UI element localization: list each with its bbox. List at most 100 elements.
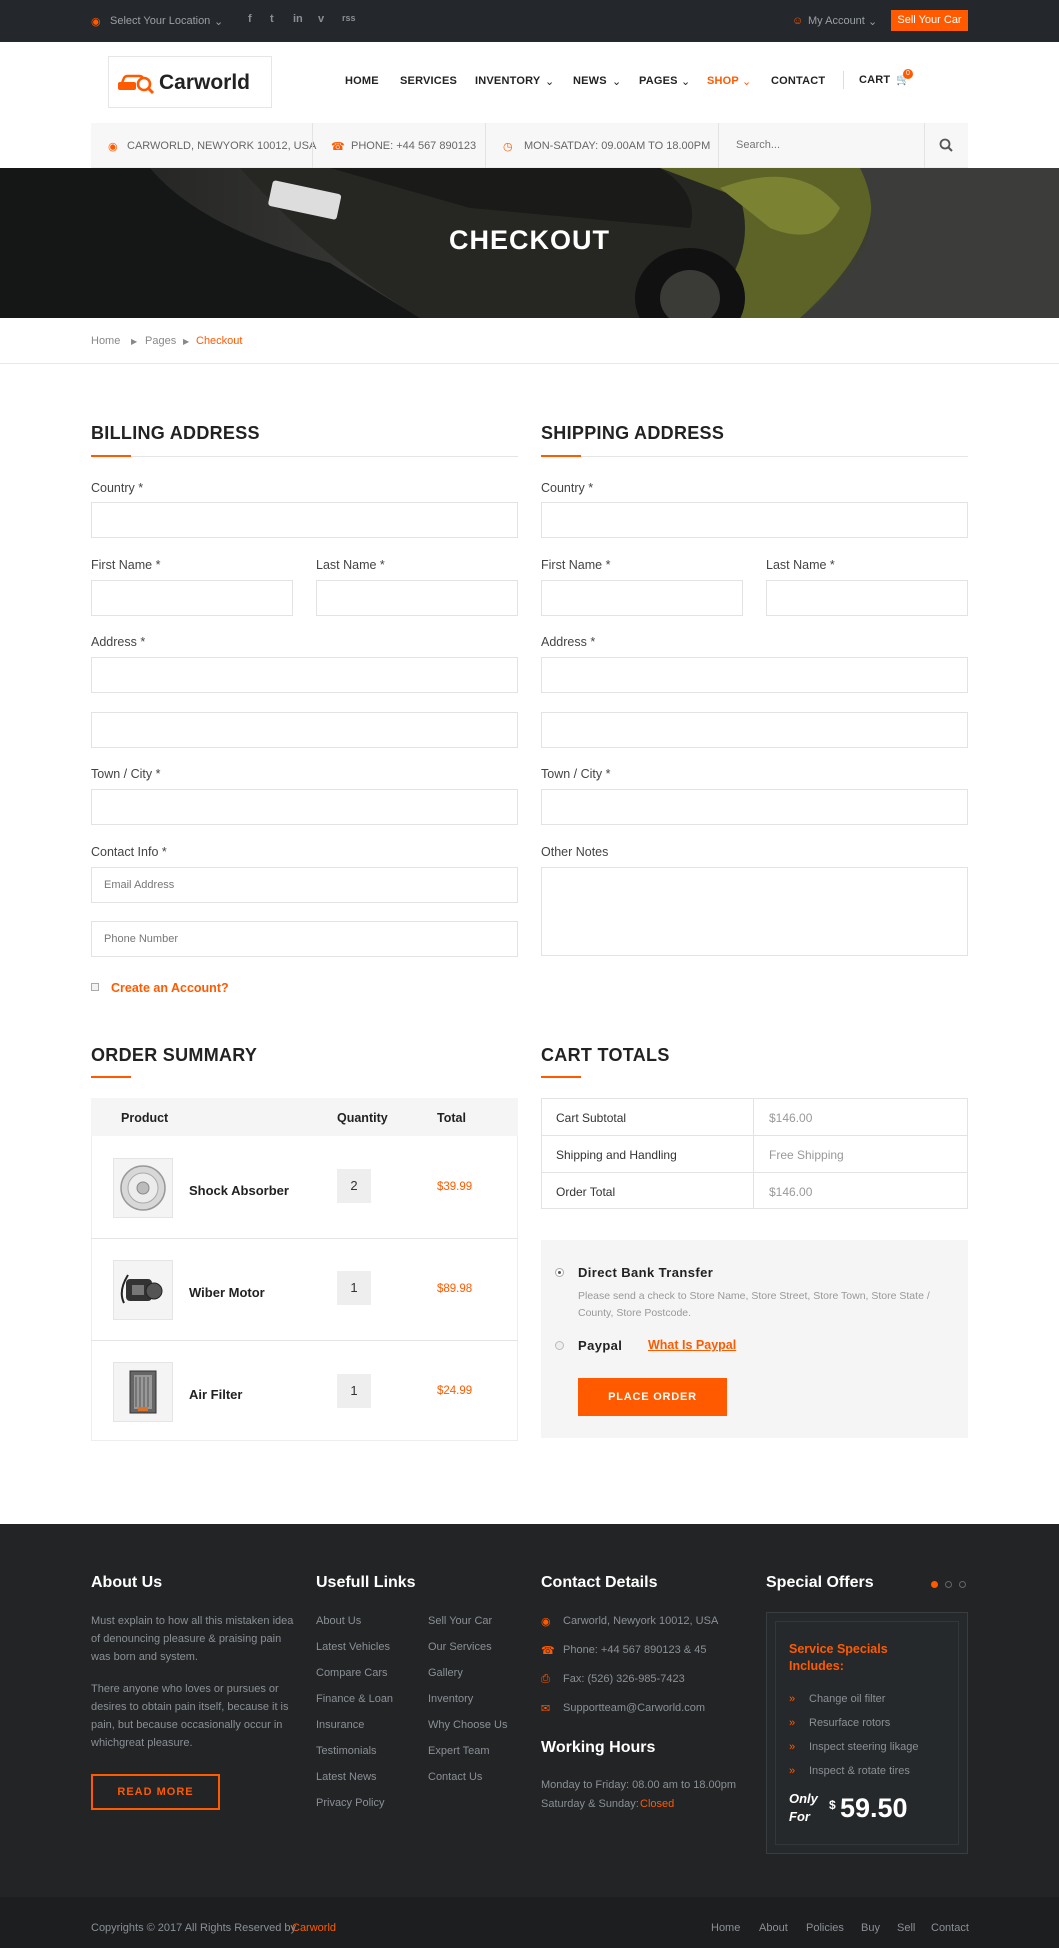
billing-address-line2[interactable] <box>91 712 518 748</box>
twitter-icon[interactable]: t <box>270 13 274 25</box>
shipping-first-name-field[interactable] <box>541 580 743 616</box>
nav-services[interactable]: SERVICES <box>400 75 457 87</box>
footer-link[interactable]: Contact Us <box>428 1771 482 1783</box>
logo[interactable]: Carworld <box>108 56 272 108</box>
footer-link[interactable]: Expert Team <box>428 1745 490 1757</box>
shipping-label: Shipping and Handling <box>556 1148 677 1162</box>
product-image[interactable] <box>113 1362 173 1422</box>
divider <box>753 1098 754 1209</box>
billing-town-label: Town / City * <box>91 767 161 781</box>
subtotal-label: Cart Subtotal <box>556 1111 627 1125</box>
main-header: Carworld HOME SERVICES INVENTORY ⌄ NEWS … <box>0 42 1059 123</box>
quantity-field[interactable]: 2 <box>337 1169 371 1203</box>
billing-phone-field[interactable]: Phone Number <box>91 921 518 957</box>
copyright-text: Copyrights © 2017 All Rights Reserved by <box>91 1922 296 1934</box>
footer-link[interactable]: Latest Vehicles <box>316 1641 390 1653</box>
footer-bottom-link-contact[interactable]: Contact <box>931 1922 969 1934</box>
billing-town-field[interactable] <box>91 789 518 825</box>
product-name[interactable]: Air Filter <box>189 1387 242 1402</box>
info-bar: ◉ CARWORLD, NEWYORK 10012, USA ☎ PHONE: … <box>91 123 968 168</box>
footer-link[interactable]: Testimonials <box>316 1745 377 1757</box>
sell-your-car-button[interactable]: Sell Your Car <box>891 10 968 31</box>
shipping-last-name-field[interactable] <box>766 580 968 616</box>
footer-link[interactable]: Privacy Policy <box>316 1797 384 1809</box>
product-image[interactable] <box>113 1260 173 1320</box>
footer-link[interactable]: Why Choose Us <box>428 1719 507 1731</box>
nav-divider <box>843 71 844 89</box>
billing-email-field[interactable]: Email Address <box>91 867 518 903</box>
rss-icon[interactable]: rss <box>342 13 356 23</box>
footer-email[interactable]: Supportteam@Carworld.com <box>563 1702 705 1714</box>
what-is-paypal-link[interactable]: What Is Paypal <box>648 1338 736 1352</box>
copyright-brand-link[interactable]: Carworld <box>292 1922 336 1934</box>
shipping-value: Free Shipping <box>769 1148 844 1162</box>
nav-shop[interactable]: SHOP <box>707 75 739 87</box>
nav-pages[interactable]: PAGES <box>639 75 678 87</box>
shipping-address-line2[interactable] <box>541 712 968 748</box>
footer-link[interactable]: About Us <box>316 1615 361 1627</box>
read-more-button[interactable]: READ MORE <box>91 1774 220 1810</box>
product-name[interactable]: Wiber Motor <box>189 1285 265 1300</box>
cart-link[interactable]: CART <box>859 74 890 86</box>
nav-home[interactable]: HOME <box>345 75 379 87</box>
shipping-address-line1[interactable] <box>541 657 968 693</box>
product-image[interactable] <box>113 1158 173 1218</box>
footer-link[interactable]: Latest News <box>316 1771 377 1783</box>
footer-link[interactable]: Compare Cars <box>316 1667 388 1679</box>
breadcrumb-home[interactable]: Home <box>91 335 120 347</box>
footer-link[interactable]: Sell Your Car <box>428 1615 492 1627</box>
billing-first-name-field[interactable] <box>91 580 293 616</box>
quantity-field[interactable]: 1 <box>337 1271 371 1305</box>
billing-last-name-label: Last Name * <box>316 558 385 572</box>
vimeo-icon[interactable]: v <box>318 13 324 25</box>
footer-bottom-link-buy[interactable]: Buy <box>861 1922 880 1934</box>
footer-bottom-link-home[interactable]: Home <box>711 1922 740 1934</box>
carousel-dot[interactable] <box>959 1581 966 1588</box>
shipping-country-field[interactable] <box>541 502 968 538</box>
paypal-label[interactable]: Paypal <box>578 1338 622 1353</box>
facebook-icon[interactable]: f <box>248 13 252 25</box>
search-icon[interactable] <box>939 138 953 152</box>
linkedin-icon[interactable]: in <box>293 13 303 25</box>
carousel-dot-active[interactable] <box>931 1581 938 1588</box>
my-account-menu[interactable]: My Account <box>808 15 865 27</box>
cart-totals-heading: CART TOTALS <box>541 1045 670 1065</box>
footer-link[interactable]: Our Services <box>428 1641 492 1653</box>
carousel-dot[interactable] <box>945 1581 952 1588</box>
caret-right-icon: ▶ <box>131 337 138 346</box>
bank-transfer-radio[interactable] <box>555 1268 564 1277</box>
shipping-town-field[interactable] <box>541 789 968 825</box>
create-account-checkbox[interactable] <box>91 983 99 991</box>
location-selector[interactable]: Select Your Location <box>110 15 210 27</box>
shipping-notes-textarea[interactable] <box>541 867 968 956</box>
nav-contact[interactable]: CONTACT <box>771 75 825 87</box>
chevron-down-icon: ⌄ <box>681 76 691 88</box>
product-name[interactable]: Shock Absorber <box>189 1183 289 1198</box>
footer: About Us Must explain to how all this mi… <box>0 1524 1059 1948</box>
search-input[interactable] <box>719 123 968 167</box>
place-order-button[interactable]: PLACE ORDER <box>578 1378 727 1416</box>
billing-country-field[interactable] <box>91 502 518 538</box>
breadcrumb-pages[interactable]: Pages <box>145 335 176 347</box>
quantity-field[interactable]: 1 <box>337 1374 371 1408</box>
footer-link[interactable]: Gallery <box>428 1667 463 1679</box>
paypal-radio[interactable] <box>555 1341 564 1350</box>
footer-phone: Phone: +44 567 890123 & 45 <box>563 1644 707 1656</box>
footer-link[interactable]: Insurance <box>316 1719 364 1731</box>
bank-transfer-label[interactable]: Direct Bank Transfer <box>578 1265 713 1280</box>
billing-address-line1[interactable] <box>91 657 518 693</box>
chevron-down-icon: ⌄ <box>214 16 224 28</box>
billing-last-name-field[interactable] <box>316 580 518 616</box>
footer-bottom-link-about[interactable]: About <box>759 1922 788 1934</box>
footer-hours-heading: Working Hours <box>541 1739 656 1756</box>
offer-item: Inspect & rotate tires <box>809 1765 910 1777</box>
footer-address: Carworld, Newyork 10012, USA <box>563 1615 719 1627</box>
nav-news[interactable]: NEWS <box>573 75 607 87</box>
footer-bottom-link-policies[interactable]: Policies <box>806 1922 844 1934</box>
footer-link[interactable]: Inventory <box>428 1693 473 1705</box>
footer-link[interactable]: Finance & Loan <box>316 1693 393 1705</box>
nav-inventory[interactable]: INVENTORY <box>475 75 540 87</box>
footer-bottom-link-sell[interactable]: Sell <box>897 1922 915 1934</box>
create-account-link[interactable]: Create an Account? <box>111 981 229 995</box>
user-icon: ☺ <box>792 15 804 27</box>
